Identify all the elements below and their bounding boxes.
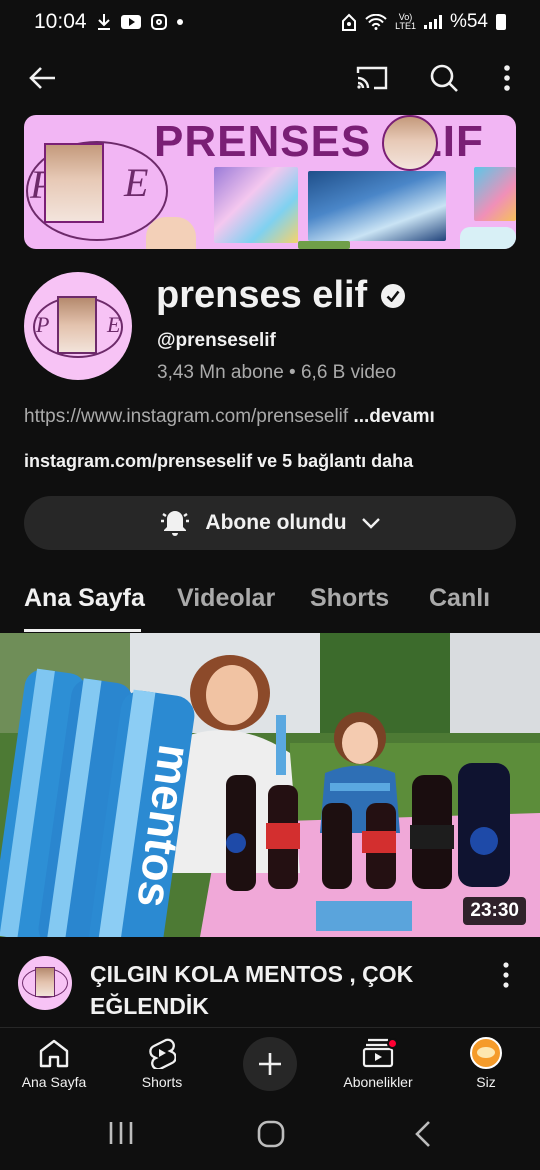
- signal-icon: [423, 15, 442, 29]
- create-button[interactable]: [243, 1037, 297, 1091]
- avatar-letter-e: E: [107, 312, 121, 337]
- banner-cartoon-image: [474, 167, 516, 221]
- banner-strip-image: [298, 241, 350, 249]
- banner-frozen-image: [308, 171, 446, 241]
- tab-live[interactable]: Canlı: [429, 584, 490, 613]
- bell-ring-icon: [161, 511, 190, 536]
- banner-girl-round-photo: [382, 115, 438, 171]
- recent-apps-icon[interactable]: [108, 1120, 134, 1151]
- nav-you[interactable]: Siz: [436, 1036, 536, 1090]
- banner-doll-image: [146, 217, 196, 249]
- avatar-photo: [57, 296, 97, 354]
- tab-videos[interactable]: Videolar: [177, 584, 275, 613]
- channel-handle: @prenseselif: [157, 330, 276, 351]
- more-notifications-icon: [176, 19, 183, 25]
- channel-banner: P E PRENSES ELIF: [24, 115, 516, 249]
- download-icon: [97, 13, 111, 31]
- notification-dot: [387, 1038, 398, 1049]
- channel-links[interactable]: instagram.com/prenseselif ve 5 bağlantı …: [24, 451, 413, 472]
- shorts-icon: [149, 1038, 176, 1069]
- description-text: https://www.instagram.com/prenseselif: [24, 406, 349, 427]
- lte-indicator: Vo) LTE1: [395, 12, 416, 31]
- top-app-bar: [0, 50, 540, 106]
- battery-percent: %54: [449, 11, 488, 32]
- chevron-down-icon: [361, 518, 380, 529]
- avatar-letter-p: P: [36, 312, 50, 337]
- back-arrow-icon[interactable]: [22, 58, 62, 98]
- video-thumbnail[interactable]: mentos 23:30: [0, 633, 540, 937]
- status-bar: 10:04 Vo) LTE1 %54: [0, 0, 540, 44]
- subscribed-label: Abone olundu: [205, 511, 347, 534]
- tab-home[interactable]: Ana Sayfa: [24, 584, 145, 613]
- youtube-notification-icon: [120, 15, 141, 29]
- video-title[interactable]: ÇILGIN KOLA MENTOS , ÇOK EĞLENDİK: [90, 958, 470, 1022]
- status-time: 10:04: [34, 10, 87, 33]
- banner-girl-photo: [44, 143, 104, 223]
- cast-icon[interactable]: [352, 58, 392, 98]
- channel-name: prenses elif: [156, 274, 368, 316]
- banner-pony-image: [214, 167, 298, 243]
- channel-description[interactable]: https://www.instagram.com/prenseselif ..…: [24, 406, 435, 428]
- subscriber-count: 3,43 Mn abone: [157, 362, 284, 383]
- video-avatar-photo: [35, 967, 55, 997]
- nav-subscriptions[interactable]: Abonelikler: [328, 1036, 428, 1090]
- channel-tabs: Ana Sayfa Videolar Shorts Canlı: [0, 570, 540, 632]
- active-tab-indicator: [24, 629, 141, 632]
- video-count: 6,6 B video: [300, 362, 397, 383]
- thumbnail-scene: mentos: [0, 633, 540, 937]
- video-duration: 23:30: [463, 897, 526, 925]
- nav-home-label: Ana Sayfa: [21, 1074, 87, 1090]
- video-channel-avatar[interactable]: [18, 956, 72, 1010]
- nav-shorts[interactable]: Shorts: [112, 1036, 212, 1090]
- search-icon[interactable]: [424, 58, 464, 98]
- system-navigation-bar: [0, 1100, 540, 1170]
- nav-you-label: Siz: [476, 1074, 496, 1090]
- system-back-icon[interactable]: [414, 1120, 432, 1153]
- create-icon: [259, 1053, 281, 1075]
- home-button-icon[interactable]: [257, 1120, 285, 1153]
- video-info-row[interactable]: ÇILGIN KOLA MENTOS , ÇOK EĞLENDİK: [0, 946, 540, 1026]
- bottom-navigation: Ana Sayfa Shorts Abonelikler Siz: [0, 1027, 540, 1099]
- tab-shorts[interactable]: Shorts: [310, 584, 389, 613]
- nav-shorts-label: Shorts: [141, 1074, 183, 1090]
- network-label: LTE1: [395, 21, 416, 31]
- verified-badge-icon: [381, 283, 406, 308]
- channel-name-row: prenses elif: [156, 274, 406, 317]
- battery-icon: [496, 14, 506, 30]
- more-vert-icon[interactable]: [487, 58, 527, 98]
- banner-letter-e: E: [124, 160, 149, 205]
- nav-home[interactable]: Ana Sayfa: [4, 1036, 104, 1090]
- home-icon: [39, 1039, 69, 1068]
- stats-separator: •: [289, 362, 296, 383]
- channel-stats: 3,43 Mn abone • 6,6 B video: [157, 362, 396, 384]
- you-avatar: [470, 1037, 502, 1069]
- banner-baby-image: [460, 227, 516, 249]
- alarm-icon: [341, 13, 357, 31]
- wifi-icon: [365, 14, 387, 30]
- instagram-notification-icon: [150, 14, 167, 30]
- subscribed-button[interactable]: Abone olundu: [24, 496, 516, 550]
- video-more-icon[interactable]: [502, 962, 510, 993]
- channel-avatar[interactable]: P E: [24, 272, 132, 380]
- more-link[interactable]: ...devamı: [353, 406, 434, 427]
- nav-subscriptions-label: Abonelikler: [343, 1074, 413, 1090]
